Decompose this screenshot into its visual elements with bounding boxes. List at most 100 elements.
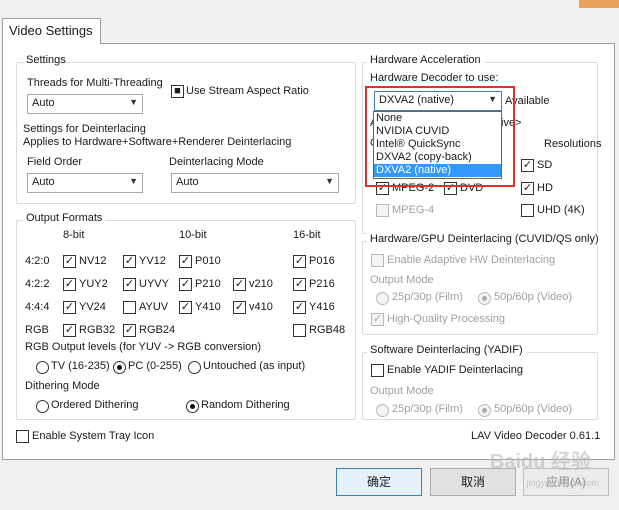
radio-untouched-label: Untouched (as input) bbox=[203, 360, 306, 372]
format-label-y410: Y410 bbox=[195, 301, 221, 313]
format-checkbox-yv24[interactable]: ✓ bbox=[63, 301, 76, 314]
chevron-down-icon: ▼ bbox=[129, 176, 138, 186]
format-checkbox-uyvy[interactable]: ✓ bbox=[123, 278, 136, 291]
col-header-16bit: 16-bit bbox=[293, 229, 321, 241]
format-label-ayuv: AYUV bbox=[139, 301, 169, 313]
radio-untouched[interactable] bbox=[188, 361, 201, 374]
format-checkbox-y416[interactable]: ✓ bbox=[293, 301, 306, 314]
format-checkbox-rgb32[interactable]: ✓ bbox=[63, 324, 76, 337]
codec-mpeg4-label: MPEG-4 bbox=[392, 204, 435, 216]
hw-option-copyback[interactable]: DXVA2 (copy-back) bbox=[374, 151, 501, 164]
radio-pc-range-label: PC (0-255) bbox=[128, 360, 182, 372]
yadif-label: Enable YADIF Deinterlacing bbox=[387, 364, 523, 376]
radio-random-dither-label: Random Dithering bbox=[201, 399, 290, 411]
tab-video-settings[interactable]: Video Settings bbox=[2, 18, 101, 44]
ok-button[interactable]: 确定 bbox=[336, 468, 422, 496]
format-checkbox-v210[interactable]: ✓ bbox=[233, 278, 246, 291]
threads-select[interactable]: Auto ▼ bbox=[27, 94, 143, 114]
sw-deint-title: Software Deinterlacing (YADIF) bbox=[367, 344, 526, 356]
threads-value: Auto bbox=[32, 97, 55, 109]
output-formats-title: Output Formats bbox=[23, 212, 106, 224]
codec-dvd-label: DVD bbox=[460, 182, 484, 194]
format-checkbox-p010[interactable]: ✓ bbox=[179, 255, 192, 268]
format-label-y416: Y416 bbox=[309, 301, 335, 313]
hw-hq-checkbox[interactable]: ✓ bbox=[371, 313, 384, 326]
format-label-p016: P016 bbox=[309, 255, 335, 267]
tray-icon-label: Enable System Tray Icon bbox=[32, 430, 155, 442]
res-uhd-label: UHD (4K) bbox=[537, 204, 585, 216]
hw-radio-film-label: 25p/30p (Film) bbox=[392, 291, 463, 303]
sw-radio-video-label: 50p/60p (Video) bbox=[494, 403, 573, 415]
format-checkbox-v410[interactable]: ✓ bbox=[233, 301, 246, 314]
deint-sub-label: Applies to Hardware+Software+Renderer De… bbox=[23, 136, 292, 148]
deint-mode-select[interactable]: Auto ▼ bbox=[171, 173, 339, 193]
radio-ordered-dither[interactable] bbox=[36, 400, 49, 413]
hw-decoder-select[interactable]: DXVA2 (native) ▼ bbox=[374, 91, 502, 111]
format-label-yv24: YV24 bbox=[79, 301, 106, 313]
codec-mpeg2-label: MPEG-2 bbox=[392, 182, 435, 194]
res-sd-label: SD bbox=[537, 159, 553, 171]
codec-mpeg2-checkbox[interactable]: ✓ bbox=[376, 182, 389, 195]
sw-radio-film-label: 25p/30p (Film) bbox=[392, 403, 463, 415]
rgb-levels-label: RGB Output levels (for YUV -> RGB conver… bbox=[25, 341, 262, 353]
format-checkbox-p210[interactable]: ✓ bbox=[179, 278, 192, 291]
window-title-strip bbox=[0, 0, 619, 14]
field-order-select[interactable]: Auto ▼ bbox=[27, 173, 143, 193]
close-button-edge[interactable] bbox=[579, 0, 619, 8]
hw-adaptive-checkbox[interactable] bbox=[371, 254, 384, 267]
stream-aspect-checkbox[interactable]: ■ bbox=[171, 85, 184, 98]
radio-tv-range-label: TV (16-235) bbox=[51, 360, 110, 372]
format-checkbox-yuy2[interactable]: ✓ bbox=[63, 278, 76, 291]
format-label-v410: v410 bbox=[249, 301, 273, 313]
codec-mpeg4-checkbox[interactable] bbox=[376, 204, 389, 217]
format-checkbox-yv12[interactable]: ✓ bbox=[123, 255, 136, 268]
radio-tv-range[interactable] bbox=[36, 361, 49, 374]
col-header-10bit: 10-bit bbox=[179, 229, 207, 241]
res-hd-checkbox[interactable]: ✓ bbox=[521, 182, 534, 195]
hw-radio-video[interactable] bbox=[478, 292, 491, 305]
settings-panel: Settings Threads for Multi-Threading Aut… bbox=[2, 43, 615, 460]
format-checkbox-rgb48[interactable] bbox=[293, 324, 306, 337]
hw-decoder-dropdown[interactable]: None NVIDIA CUVID Intel® QuickSync DXVA2… bbox=[373, 111, 502, 179]
format-checkbox-y410[interactable]: ✓ bbox=[179, 301, 192, 314]
format-checkbox-ayuv[interactable] bbox=[123, 301, 136, 314]
hw-radio-film[interactable] bbox=[376, 292, 389, 305]
hw-option-cuvid[interactable]: NVIDIA CUVID bbox=[374, 125, 501, 138]
format-label-yv12: YV12 bbox=[139, 255, 166, 267]
radio-random-dither[interactable] bbox=[186, 400, 199, 413]
res-uhd-checkbox[interactable] bbox=[521, 204, 534, 217]
dither-label: Dithering Mode bbox=[25, 380, 100, 392]
hw-hq-label: High-Quality Processing bbox=[387, 313, 505, 325]
hw-option-none[interactable]: None bbox=[374, 112, 501, 125]
format-label-rgb48: RGB48 bbox=[309, 324, 346, 336]
format-label-v210: v210 bbox=[249, 278, 273, 290]
tray-icon-checkbox[interactable] bbox=[16, 430, 29, 443]
format-row-label: 4:2:2 bbox=[25, 278, 50, 290]
format-label-nv12: NV12 bbox=[79, 255, 107, 267]
hw-accel-title: Hardware Acceleration bbox=[367, 54, 484, 66]
codec-dvd-checkbox[interactable]: ✓ bbox=[444, 182, 457, 195]
deint-label: Settings for Deinterlacing bbox=[23, 123, 146, 135]
hw-option-quicksync[interactable]: Intel® QuickSync bbox=[374, 138, 501, 151]
settings-group-title: Settings bbox=[26, 54, 66, 66]
format-label-rgb32: RGB32 bbox=[79, 324, 116, 336]
sw-output-mode-label: Output Mode bbox=[370, 385, 434, 397]
radio-pc-range[interactable] bbox=[113, 361, 126, 374]
hw-option-native[interactable]: DXVA2 (native) bbox=[374, 164, 501, 177]
stream-aspect-label: Use Stream Aspect Ratio bbox=[186, 85, 309, 97]
format-checkbox-nv12[interactable]: ✓ bbox=[63, 255, 76, 268]
sw-radio-film[interactable] bbox=[376, 404, 389, 417]
radio-ordered-dither-label: Ordered Dithering bbox=[51, 399, 139, 411]
format-checkbox-p016[interactable]: ✓ bbox=[293, 255, 306, 268]
format-checkbox-p216[interactable]: ✓ bbox=[293, 278, 306, 291]
res-sd-checkbox[interactable]: ✓ bbox=[521, 159, 534, 172]
hw-radio-video-label: 50p/60p (Video) bbox=[494, 291, 573, 303]
format-checkbox-rgb24[interactable]: ✓ bbox=[123, 324, 136, 337]
yadif-checkbox[interactable] bbox=[371, 364, 384, 377]
version-label: LAV Video Decoder 0.61.1 bbox=[471, 430, 601, 442]
hw-decoder-value: DXVA2 (native) bbox=[379, 94, 454, 106]
sw-radio-video[interactable] bbox=[478, 404, 491, 417]
chevron-down-icon: ▼ bbox=[325, 176, 334, 186]
hw-output-mode-label: Output Mode bbox=[370, 274, 434, 286]
format-label-yuy2: YUY2 bbox=[79, 278, 108, 290]
